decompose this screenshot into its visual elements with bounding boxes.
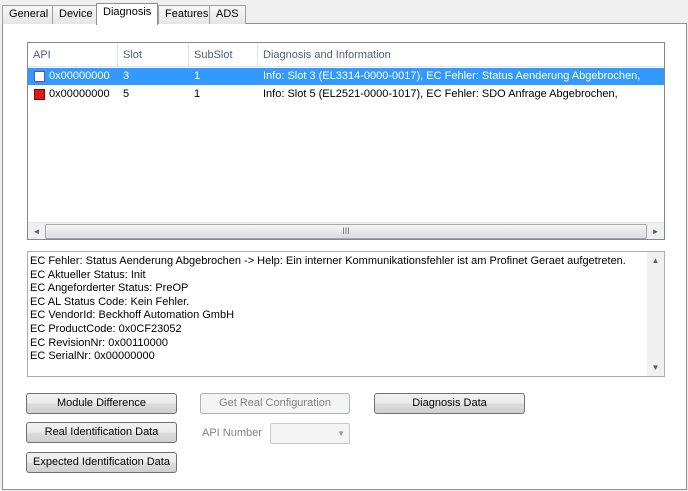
column-header-subslot[interactable]: SubSlot [189, 43, 258, 67]
diagnosis-list[interactable]: API Slot SubSlot Diagnosis and Informati… [27, 42, 665, 240]
scroll-right-icon[interactable]: ► [647, 223, 664, 239]
table-row[interactable]: 0x00000000 3 1 Info: Slot 3 (EL3314-0000… [28, 68, 664, 85]
real-identification-data-button[interactable]: Real Identification Data [26, 422, 177, 443]
cell-subslot: 1 [194, 88, 201, 100]
scrollbar-thumb[interactable]: III [45, 224, 647, 239]
column-header-diagnosis[interactable]: Diagnosis and Information [258, 43, 664, 67]
api-number-label: API Number [202, 427, 262, 439]
cell-slot: 3 [123, 70, 130, 82]
cell-api: 0x00000000 [49, 88, 110, 100]
tab-device[interactable]: Device [52, 5, 100, 24]
detail-line: EC ProductCode: 0x0CF23052 [30, 322, 182, 335]
error-icon [34, 89, 45, 100]
detail-line: EC SerialNr: 0x00000000 [30, 350, 155, 363]
list-header: API Slot SubSlot Diagnosis and Informati… [28, 43, 664, 67]
scroll-down-icon[interactable]: ▼ [647, 359, 664, 376]
detail-line: EC VendorId: Beckhoff Automation GmbH [30, 309, 235, 322]
cell-diagnosis: Info: Slot 5 (EL2521-0000-1017), EC Fehl… [263, 88, 618, 100]
tab-general[interactable]: General [2, 5, 56, 24]
detail-line: EC Fehler: Status Aenderung Abgebrochen … [30, 255, 626, 267]
horizontal-scrollbar[interactable]: ◄ III ► [28, 222, 664, 239]
diagnosis-details-text[interactable]: EC Fehler: Status Aenderung Abgebrochen … [27, 251, 665, 377]
expected-identification-data-button[interactable]: Expected Identification Data [26, 452, 177, 473]
detail-line: EC RevisionNr: 0x00110000 [30, 336, 168, 349]
cell-subslot: 1 [194, 70, 201, 82]
detail-line: EC AL Status Code: Kein Fehler. [30, 295, 190, 308]
tab-features[interactable]: Features [158, 5, 216, 24]
detail-line: EC Aktueller Status: Init [30, 268, 146, 281]
api-number-select[interactable]: ▼ [270, 423, 350, 444]
cell-slot: 5 [123, 88, 130, 100]
module-difference-button[interactable]: Module Difference [26, 393, 177, 414]
column-header-slot[interactable]: Slot [118, 43, 189, 67]
scroll-up-icon[interactable]: ▲ [647, 252, 664, 269]
column-header-api[interactable]: API [28, 43, 118, 67]
get-real-configuration-button[interactable]: Get Real Configuration [200, 393, 350, 414]
tab-ads[interactable]: ADS [209, 5, 246, 24]
table-row[interactable]: 0x00000000 5 1 Info: Slot 5 (EL2521-0000… [28, 86, 664, 103]
chevron-down-icon: ▼ [337, 429, 345, 438]
scroll-left-icon[interactable]: ◄ [28, 223, 45, 239]
tab-diagnosis[interactable]: Diagnosis [96, 3, 159, 25]
cell-diagnosis: Info: Slot 3 (EL3314-0000-0017), EC Fehl… [263, 70, 641, 82]
diagnosis-data-button[interactable]: Diagnosis Data [374, 393, 525, 414]
cell-api: 0x00000000 [49, 70, 110, 82]
info-icon [34, 71, 45, 82]
detail-line: EC Angeforderter Status: PreOP [30, 282, 189, 295]
vertical-scrollbar[interactable]: ▲ ▼ [647, 252, 664, 376]
